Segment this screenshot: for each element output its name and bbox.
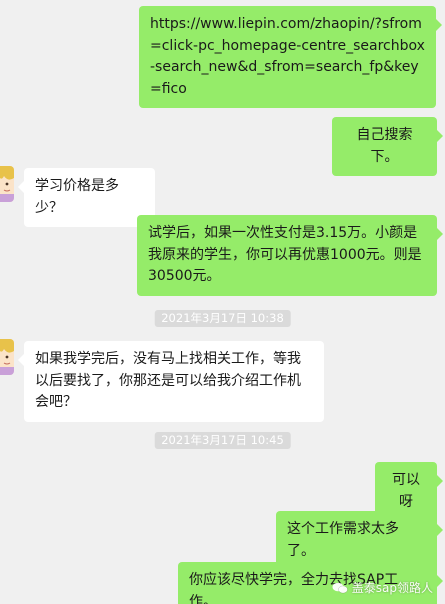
timestamp: 2021年3月17日 10:38 (154, 310, 291, 327)
incoming-message[interactable]: 学习价格是多少？ (18, 168, 155, 227)
avatar-image-icon (0, 166, 14, 202)
avatar-image-icon (0, 339, 14, 375)
outgoing-message[interactable]: 自己搜索下。 (332, 117, 443, 176)
watermark-text: 盖泰sap领路人 (351, 581, 433, 595)
contact-avatar[interactable] (0, 339, 14, 375)
outgoing-message[interactable]: https://www.liepin.com/zhaopin/?sfrom=cl… (139, 6, 442, 108)
incoming-message[interactable]: 如果我学完后，没有马上找相关工作，等我以后要找了，你那还是可以给我介绍工作机会吧… (18, 341, 324, 422)
watermark: 盖泰sap领路人 (332, 579, 433, 596)
timestamp: 2021年3月17日 10:45 (154, 432, 291, 449)
contact-avatar[interactable] (0, 166, 14, 202)
chat-window: https://www.liepin.com/zhaopin/?sfrom=cl… (0, 0, 445, 604)
outgoing-message[interactable]: 试学后，如果一次性支付是3.15万。小颜是我原来的学生，你可以再优惠1000元。… (137, 215, 443, 296)
wechat-icon (332, 582, 348, 594)
